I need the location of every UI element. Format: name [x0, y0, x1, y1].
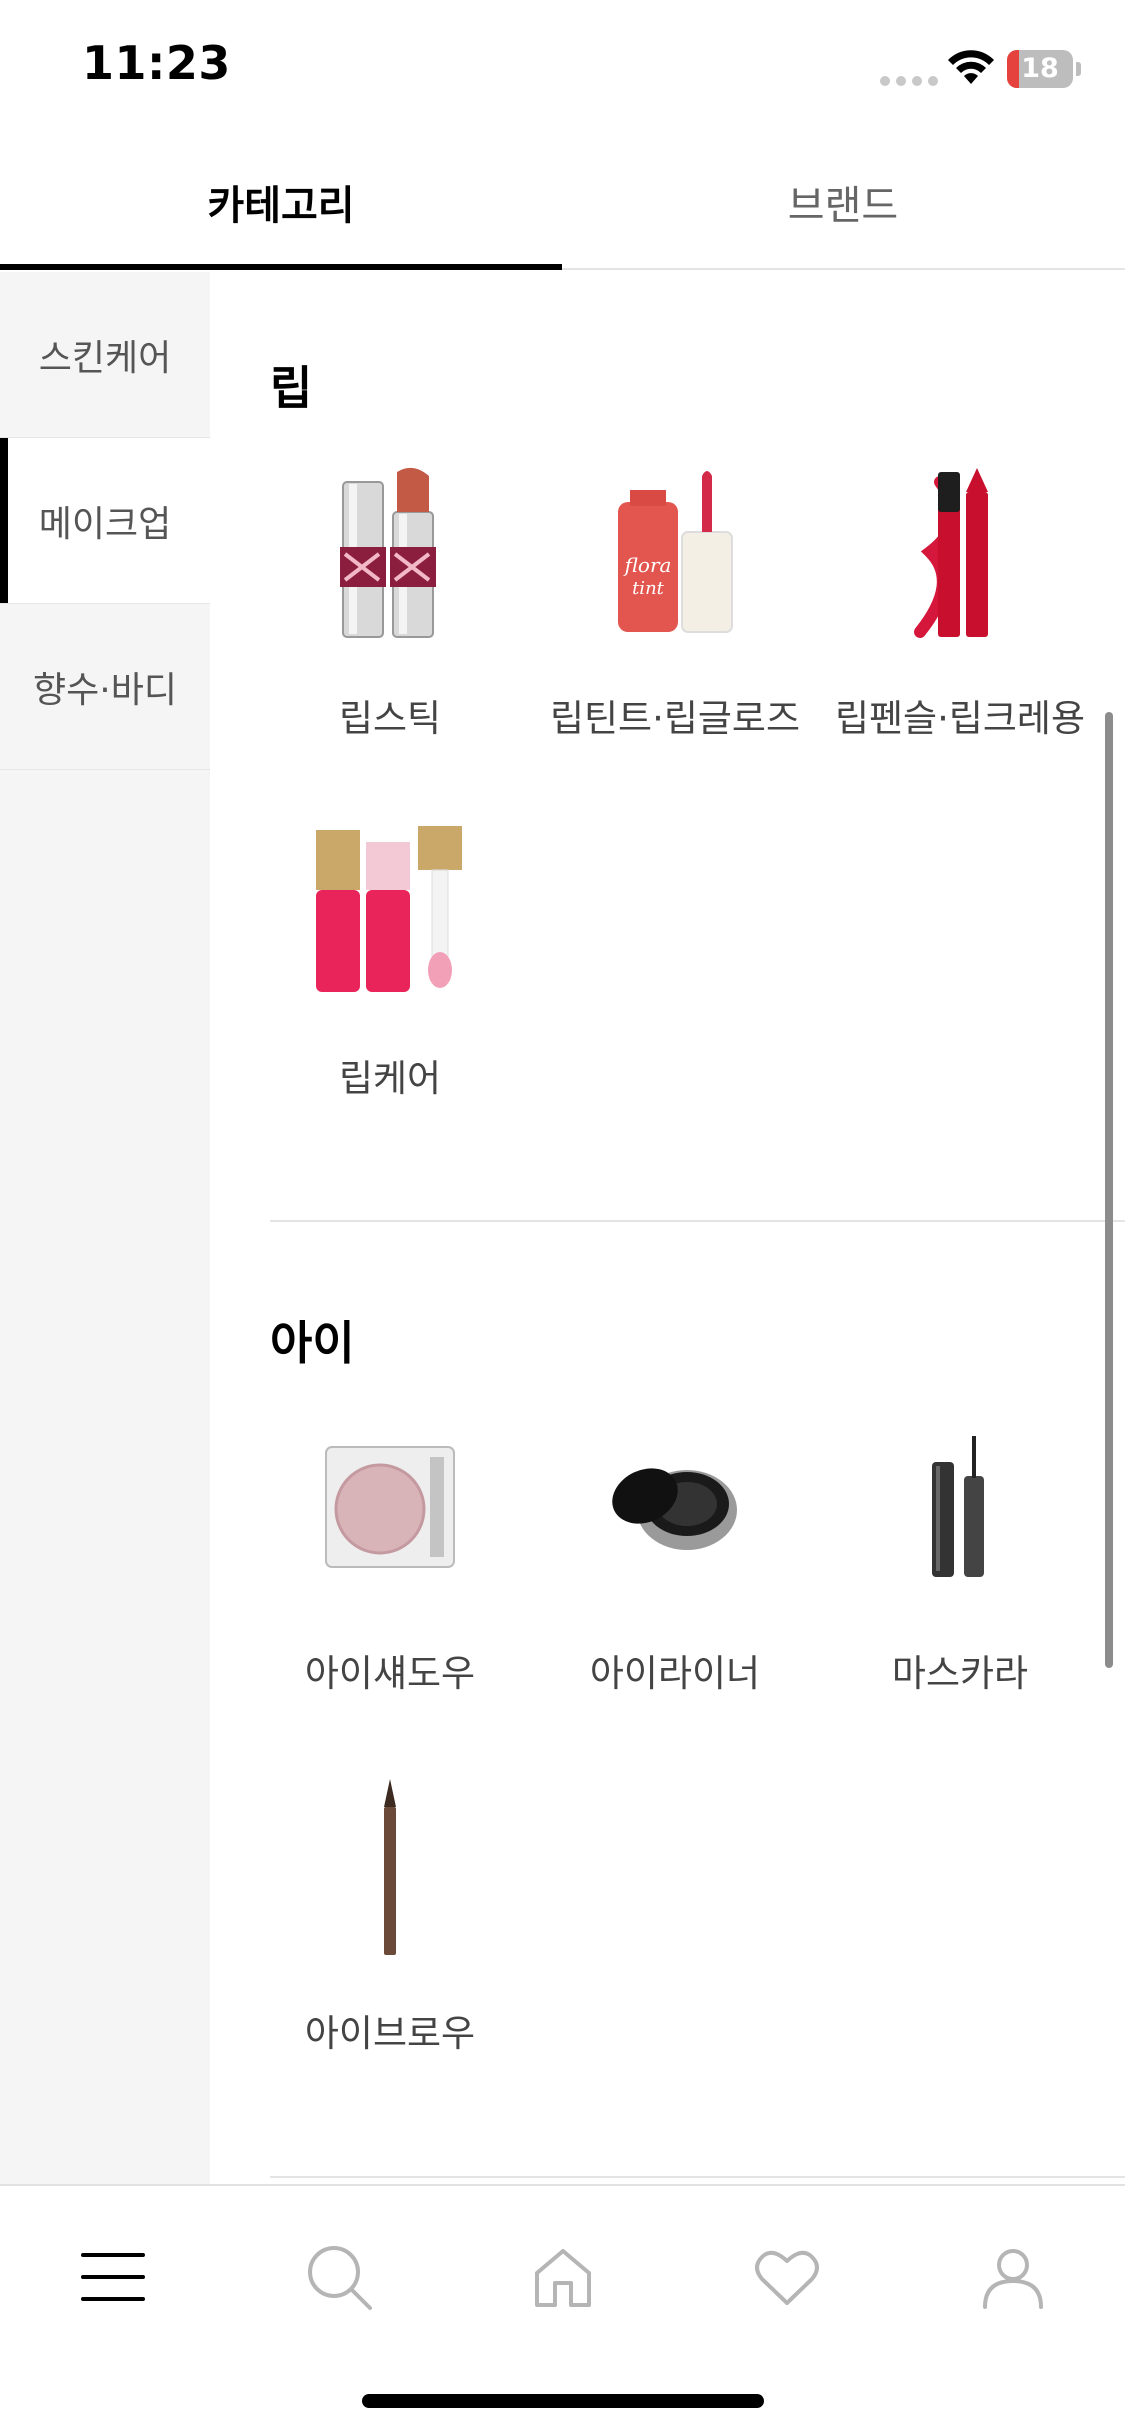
subcategory-label: 아이브로우: [304, 2012, 476, 2055]
subcategory-panel: 립 립스틱 flora tint 립틴트·립글로즈 립펜슬·립크레용 립케어 아…: [210, 272, 1125, 2184]
nav-mypage-button[interactable]: [968, 2232, 1058, 2322]
lip-oil-icon: [316, 826, 462, 992]
battery-icon: 18: [1007, 50, 1081, 88]
subcategory-lip-tint[interactable]: flora tint 립틴트·립글로즈: [540, 462, 810, 742]
lip-pencil-icon: [914, 468, 988, 638]
section-title-eye: 아이: [270, 1316, 355, 1370]
subcategory-label: 아이라이너: [589, 1652, 761, 1695]
svg-text:tint: tint: [632, 578, 665, 599]
eyebrow-pencil-icon: [384, 1779, 396, 1955]
status-bar: 11:23 18: [0, 0, 1125, 135]
tab-brand[interactable]: 브랜드: [562, 135, 1124, 268]
heart-icon: [755, 2250, 819, 2305]
cellular-signal-icon: [880, 76, 938, 86]
nav-wishlist-button[interactable]: [742, 2232, 832, 2322]
svg-text:flora: flora: [623, 553, 672, 577]
wifi-icon: [948, 50, 994, 84]
category-sidebar: 스킨케어 메이크업 향수·바디: [0, 272, 210, 2184]
lip-tint-icon: flora tint: [618, 471, 733, 633]
subcategory-lipstick[interactable]: 립스틱: [255, 462, 525, 742]
tab-category[interactable]: 카테고리: [0, 135, 562, 270]
subcategory-eyebrow[interactable]: 아이브로우: [255, 1777, 525, 2057]
home-indicator: [362, 2394, 764, 2408]
battery-level: 18: [1021, 53, 1059, 84]
top-tabs: 카테고리 브랜드: [0, 135, 1125, 270]
status-time: 11:23: [82, 36, 231, 90]
subcategory-eyeshadow[interactable]: 아이섀도우: [255, 1417, 525, 1697]
subcategory-lip-care[interactable]: 립케어: [255, 822, 525, 1102]
lipstick-icon: [340, 467, 436, 638]
subcategory-label: 립틴트·립글로즈: [549, 697, 801, 740]
section-divider: [270, 1220, 1125, 1222]
subcategory-label: 립케어: [338, 1057, 442, 1100]
menu-icon: [81, 2253, 145, 2301]
search-icon: [308, 2246, 372, 2310]
sidebar-item-skincare[interactable]: 스킨케어: [0, 272, 210, 438]
subcategory-mascara[interactable]: 마스카라: [825, 1417, 1095, 1697]
subcategory-label: 아이섀도우: [304, 1652, 476, 1695]
eyeliner-icon: [612, 1468, 737, 1550]
subcategory-lip-pencil[interactable]: 립펜슬·립크레용: [825, 462, 1095, 742]
home-icon: [535, 2249, 591, 2307]
section-divider: [270, 2176, 1125, 2178]
nav-search-button[interactable]: [294, 2232, 384, 2322]
content-scrollbar[interactable]: [1105, 712, 1113, 1668]
subcategory-eyeliner[interactable]: 아이라이너: [540, 1417, 810, 1697]
mascara-icon: [932, 1436, 984, 1577]
sidebar-item-makeup[interactable]: 메이크업: [0, 438, 210, 604]
sidebar-item-fragrance-body[interactable]: 향수·바디: [0, 604, 210, 770]
subcategory-label: 마스카라: [891, 1652, 1029, 1695]
subcategory-label: 립펜슬·립크레용: [834, 697, 1086, 740]
nav-menu-button[interactable]: [68, 2232, 158, 2322]
section-title-lip: 립: [270, 361, 313, 415]
nav-home-button[interactable]: [518, 2232, 608, 2322]
subcategory-label: 립스틱: [338, 697, 442, 740]
user-icon: [983, 2249, 1043, 2309]
eyeshadow-icon: [325, 1446, 455, 1568]
